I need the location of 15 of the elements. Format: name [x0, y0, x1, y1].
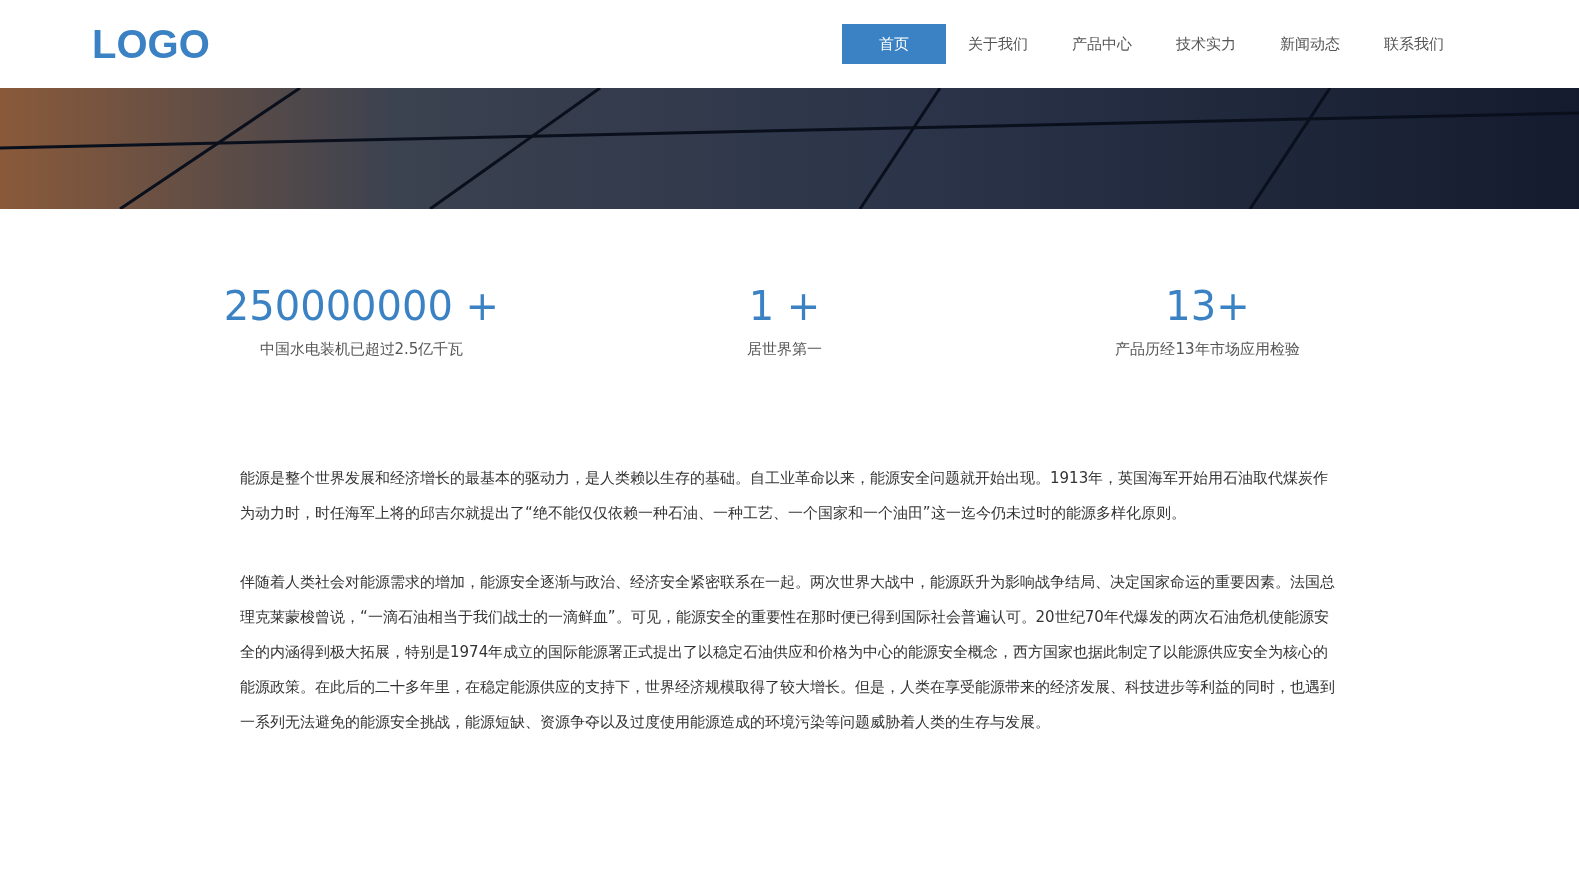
- stat-caption: 产品历经13年市场应用检验: [1115, 339, 1300, 360]
- logo: LOGO: [92, 21, 210, 68]
- nav-tab[interactable]: 技术实力: [1154, 24, 1258, 64]
- nav-tab[interactable]: 首页: [842, 24, 946, 64]
- paragraph: 能源是整个世界发展和经济增长的最基本的驱动力，是人类赖以生存的基础。自工业革命以来，能源安全问题就开始出现。1913年，英国海军开始用石油取代煤炭作为动力时，时任海军上将的邱吉尔就提出了“绝不能仅仅依赖一种石油、一种工艺、一个国家和一个油田”这一迄今仍未过时的能源多样化原则。: [240, 467, 1330, 524]
- stat-value: 250000000 +: [223, 284, 500, 328]
- nav-tab[interactable]: 产品中心: [1050, 24, 1154, 64]
- nav-tab[interactable]: 新闻动态: [1258, 24, 1362, 64]
- stat-value: 1 +: [748, 284, 821, 328]
- stat-caption: 居世界第一: [747, 339, 822, 360]
- paragraph: 伴随着人类社会对能源需求的增加，能源安全逐渐与政治、经济安全紧密联系在一起。两次世界大战中，能源跃升为影响战争结局、决定国家命运的重要因素。法国总理克莱蒙梭曾说，“一滴石油相当于我们战士的一滴鲜血”。可见，能源安全的重要性在那时便已得到国际社会普遍认可。20世纪70年代爆发的两次石油危机使能源安全的内涵得到极大拓展，特别是1974年成立的国际能源署正式提出了以稳定石油供应和价格为中心的能源安全概念，西方国家也据此制定了以能源供应安全为核心的能源政策。在此后的二十多年里，在稳定能源供应的支持下，世界经济规模取得了较大增长。但是，人类在享受能源带来的经济发展、科技进步等利益的同时，也遇到一系列无法避免的能源安全挑战，能源短缺、资源争夺以及过度使用能源造成的环境污染等问题威胁着人类的生存与发展。: [240, 571, 1336, 733]
- stat-caption: 中国水电装机已超过2.5亿千瓦: [259, 339, 464, 360]
- stat-value: 13+: [1165, 284, 1250, 328]
- nav-tab[interactable]: 关于我们: [946, 24, 1050, 64]
- nav-tab[interactable]: 联系我们: [1362, 24, 1466, 64]
